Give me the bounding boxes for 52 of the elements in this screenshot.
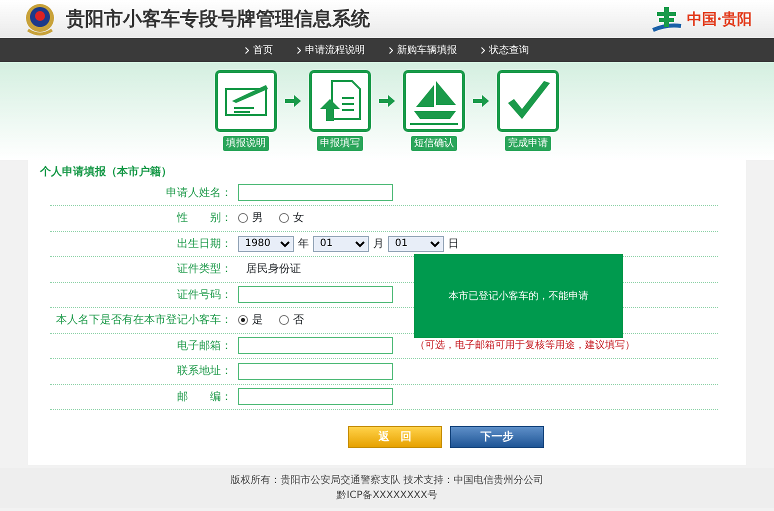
step-label: 申报填写: [317, 136, 363, 151]
input-field[interactable]: [238, 286, 393, 304]
chevron-icon: [245, 46, 249, 54]
input-field[interactable]: [238, 337, 393, 354]
step-label: 短信确认: [411, 136, 457, 151]
field-label: 申请人姓名：: [165, 184, 233, 200]
date-unit: 月: [373, 236, 384, 252]
date-select[interactable]: 01: [388, 236, 444, 252]
input-field[interactable]: [238, 388, 393, 406]
step-label: 填报说明: [223, 136, 269, 151]
chevron-icon: [297, 46, 301, 54]
radio-button[interactable]: [279, 213, 289, 224]
step-label: 完成申请: [505, 136, 551, 151]
option-label: 女: [293, 210, 304, 226]
field-label: 证件号码：: [176, 286, 233, 302]
date-select[interactable]: 01: [313, 236, 369, 252]
form-heading: 个人申请填报（本市户籍）: [40, 164, 173, 180]
date-select[interactable]: 1980: [238, 236, 294, 252]
field-label: 电子邮箱：: [176, 338, 233, 354]
field-label: 本人名下是否有在本市登记小客车：: [55, 312, 233, 328]
input-field[interactable]: [238, 362, 393, 380]
hint-text: （可选，电子邮箱可用于复核等用途，建议填写）: [415, 338, 635, 354]
popup-message: 本市已登记小客车的，不能申请: [448, 290, 588, 304]
nav-link[interactable]: 新购车辆填报: [397, 42, 457, 58]
option-label: 是: [252, 312, 263, 328]
field-label: 联系地址：: [176, 363, 233, 379]
field-label: 性 别：: [176, 210, 233, 226]
site-title: 贵阳市小客车专段号牌管理信息系统: [66, 6, 370, 32]
option-label: 否: [293, 312, 304, 328]
radio-button[interactable]: [238, 213, 248, 224]
arrow-icon: [379, 95, 395, 107]
radio-button[interactable]: [279, 315, 289, 326]
brand-text: 中国·贵阳: [686, 8, 752, 30]
next-button[interactable]: 下一步: [450, 426, 544, 448]
field-label: 邮 编：: [176, 388, 233, 404]
chevron-icon: [481, 46, 485, 54]
footer-text: 黔ICP备XXXXXXXX号: [336, 489, 438, 503]
arrow-icon: [473, 95, 489, 107]
field-value: 居民身份证: [246, 261, 301, 277]
field-label: 证件类型：: [176, 261, 233, 277]
footer-text: 版权所有：贵阳市公安局交通警察支队 技术支持：中国电信贵州分公司: [230, 474, 544, 488]
nav-link[interactable]: 状态查询: [489, 42, 529, 58]
arrow-icon: [285, 95, 301, 107]
field-label: 出生日期：: [176, 236, 233, 252]
input-field[interactable]: [238, 184, 393, 202]
date-unit: 年: [298, 236, 309, 252]
nav-link[interactable]: 申请流程说明: [305, 42, 365, 58]
date-unit: 日: [448, 236, 459, 252]
nav-link[interactable]: 首页: [253, 42, 273, 58]
option-label: 男: [252, 210, 263, 226]
chevron-icon: [389, 46, 393, 54]
radio-button[interactable]: [238, 315, 248, 326]
